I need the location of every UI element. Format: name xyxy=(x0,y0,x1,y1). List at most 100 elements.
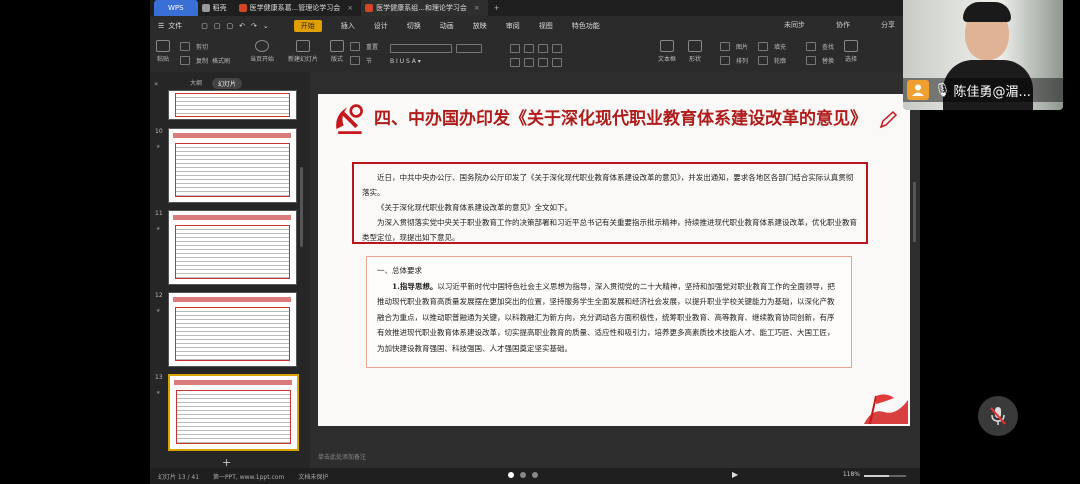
menu-slideshow[interactable]: 放映 xyxy=(473,21,487,31)
thumb-content xyxy=(175,143,290,197)
thumb-content xyxy=(176,390,291,444)
textbox-icon xyxy=(660,40,674,52)
thumb-content xyxy=(175,307,290,361)
tab-doc-2[interactable]: 医学健康系组...和理论学习会 × xyxy=(361,0,488,16)
slide-thumbnail-11[interactable] xyxy=(168,210,297,285)
hamburger-icon[interactable]: ☰ xyxy=(158,22,164,30)
find-button[interactable]: 查找 xyxy=(822,42,834,51)
new-slide-button[interactable]: 新建幻灯片 xyxy=(288,40,318,63)
text-format-icons[interactable]: B I U S A ▾ xyxy=(390,58,421,65)
picture-icon xyxy=(720,42,730,51)
slide-number: 12 xyxy=(155,292,163,299)
slide-thumbnail-9[interactable] xyxy=(168,90,297,120)
font-size-field[interactable] xyxy=(456,44,482,53)
layout-button[interactable]: 版式 xyxy=(330,40,344,63)
new-slide-icon xyxy=(296,40,310,52)
section-button[interactable]: 节 xyxy=(366,56,372,65)
current-slide[interactable]: 四、中办国办印发《关于深化现代职业教育体系建设改革的意见》 近日，中共中央办公厅… xyxy=(318,94,910,426)
collapse-panel-icon[interactable]: « xyxy=(154,80,158,88)
webcam-overlay: 🎙 陈佳勇@湄... xyxy=(903,0,1063,110)
shape-label: 形状 xyxy=(688,56,701,63)
format-painter-button[interactable]: 格式刷 xyxy=(212,56,230,65)
intro-text-box[interactable]: 近日，中共中央办公厅、国务院办公厅印发了《关于深化现代职业教育体系建设改革的意见… xyxy=(352,162,868,244)
paste-label: 粘贴 xyxy=(156,56,169,63)
shape-button[interactable]: 形状 xyxy=(688,40,702,63)
intro-paragraph: 《关于深化现代职业教育体系建设改革的意见》全文如下。 xyxy=(377,203,572,212)
paste-icon xyxy=(156,40,170,52)
find-icon xyxy=(806,42,816,51)
play-current-button[interactable]: 当页开始 xyxy=(250,40,274,63)
menu-file[interactable]: 文件 xyxy=(168,21,182,31)
presenter-hair xyxy=(963,2,1011,22)
close-icon[interactable]: × xyxy=(474,0,480,16)
slide-number: 11 xyxy=(155,210,163,217)
font-name-field[interactable] xyxy=(390,44,452,53)
pager-dot[interactable] xyxy=(508,472,514,478)
replace-icon xyxy=(806,56,816,65)
new-tab-icon[interactable]: + xyxy=(494,4,500,12)
slide-title[interactable]: 四、中办国办印发《关于深化现代职业教育体系建设改革的意见》 xyxy=(374,104,867,129)
menu-view[interactable]: 视图 xyxy=(539,21,553,31)
shape-icon xyxy=(688,40,702,52)
canvas-scrollbar[interactable] xyxy=(913,182,916,242)
select-label: 选择 xyxy=(844,56,857,63)
thumb-title xyxy=(173,297,291,302)
textbox-button[interactable]: 文本框 xyxy=(658,40,676,63)
share-button[interactable]: 分享 xyxy=(881,20,895,30)
slide-thumbnail-10[interactable] xyxy=(168,128,297,203)
sync-status[interactable]: 未同步 xyxy=(784,20,805,30)
menu-special[interactable]: 特色功能 xyxy=(572,21,600,31)
menu-review[interactable]: 审阅 xyxy=(506,21,520,31)
tab-outline[interactable]: 大纲 xyxy=(190,78,202,89)
outline-button[interactable]: 轮廓 xyxy=(774,56,786,65)
animation-star-icon: ★ xyxy=(156,226,161,232)
play-icon xyxy=(255,40,269,52)
align-icons[interactable] xyxy=(510,58,562,67)
slide-counter: 幻灯片 13 / 41 xyxy=(158,473,200,481)
panel-scrollbar[interactable] xyxy=(300,167,303,247)
slide-thumbnail-12[interactable] xyxy=(168,292,297,367)
font-controls[interactable] xyxy=(390,44,482,53)
select-button[interactable]: 选择 xyxy=(844,40,858,63)
tab-label: 医学健康系组...和理论学习会 xyxy=(376,4,467,12)
participant-name-bar: 🎙 陈佳勇@湄... xyxy=(903,78,1063,102)
requirements-text-box[interactable]: 一、总体要求 1.指导思想。以习近平新时代中国特色社会主义思想为指导，深入贯彻党… xyxy=(366,256,852,368)
cut-icon xyxy=(180,42,190,51)
paste-button[interactable]: 粘贴 xyxy=(156,40,170,63)
tab-doc-1[interactable]: 医学健康系葛...管理论学习会 × xyxy=(235,0,362,16)
replace-button[interactable]: 替换 xyxy=(822,56,834,65)
menu-animation[interactable]: 动画 xyxy=(440,21,454,31)
notes-placeholder[interactable]: 单击此处添加备注 xyxy=(318,452,366,461)
menu-insert[interactable]: 插入 xyxy=(341,21,355,31)
select-icon xyxy=(844,40,858,52)
wps-home-tab[interactable]: WPS xyxy=(154,0,198,16)
close-icon[interactable]: × xyxy=(347,0,353,16)
protect-status[interactable]: 文档未保护 xyxy=(298,472,328,481)
paragraph-icons[interactable] xyxy=(510,44,562,53)
microphone-off-icon xyxy=(990,407,1006,425)
quick-access-icons[interactable]: ▢▢▢↶↷⌄ xyxy=(201,22,274,30)
zoom-slider[interactable] xyxy=(864,475,906,477)
reset-button[interactable]: 重置 xyxy=(366,42,378,51)
picture-button[interactable]: 图片 xyxy=(736,42,748,51)
play-slideshow-icon[interactable]: ▶ xyxy=(732,470,738,479)
thumb-title xyxy=(174,380,292,385)
menu-transition[interactable]: 切换 xyxy=(407,21,421,31)
pager-dot[interactable] xyxy=(532,472,538,478)
wps-window: WPS 稻壳 医学健康系葛...管理论学习会 × 医学健康系组...和理论学习会 ×… xyxy=(150,0,920,484)
menu-start[interactable]: 开始 xyxy=(293,20,322,32)
tab-slides[interactable]: 幻灯片 xyxy=(212,78,243,89)
cut-button[interactable]: 剪切 xyxy=(196,42,208,51)
fill-button[interactable]: 填充 xyxy=(774,42,786,51)
arrange-button[interactable]: 排列 xyxy=(736,56,748,65)
copy-button[interactable]: 复制 xyxy=(196,56,208,65)
menu-design[interactable]: 设计 xyxy=(374,21,388,31)
play-current-label: 当页开始 xyxy=(250,56,275,63)
tab-docer[interactable]: 稻壳 xyxy=(198,0,235,16)
pager-dot[interactable] xyxy=(520,472,526,478)
slide-thumbnail-13[interactable] xyxy=(168,374,299,451)
zoom-level[interactable]: 118% xyxy=(843,471,860,478)
mute-button[interactable] xyxy=(978,396,1018,436)
layout-icon xyxy=(330,40,344,52)
collaborate-button[interactable]: 协作 xyxy=(836,20,850,30)
